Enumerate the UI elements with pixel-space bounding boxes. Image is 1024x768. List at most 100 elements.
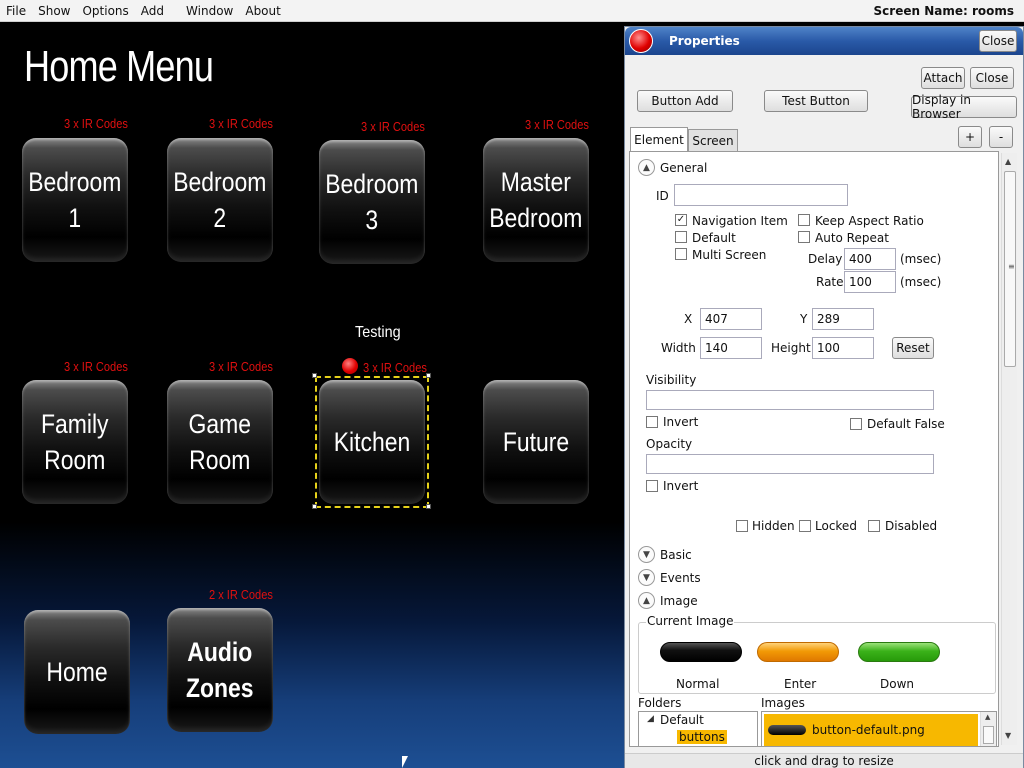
attach-button[interactable]: Attach bbox=[921, 67, 965, 89]
current-image-label: Current Image bbox=[646, 614, 735, 628]
expand-chevron-icon[interactable]: ▼ bbox=[638, 546, 655, 563]
down-image-preview[interactable] bbox=[858, 642, 940, 662]
room-button-master-bedroom[interactable]: Master Bedroom bbox=[483, 138, 589, 262]
y-label: Y bbox=[800, 312, 808, 326]
room-button-home[interactable]: Home bbox=[24, 610, 130, 734]
resize-handle[interactable] bbox=[312, 504, 317, 509]
menu-file[interactable]: File bbox=[0, 4, 32, 18]
testing-label: Testing bbox=[355, 324, 401, 341]
section-basic[interactable]: Basic bbox=[660, 548, 692, 562]
x-field[interactable]: 407 bbox=[700, 308, 762, 330]
ir-codes-label: 3 x IR Codes bbox=[64, 116, 128, 131]
reset-button[interactable]: Reset bbox=[892, 337, 934, 359]
room-button-bedroom-3[interactable]: Bedroom 3 bbox=[319, 140, 425, 264]
rate-field[interactable]: 100 bbox=[844, 271, 896, 293]
opacity-label: Opacity bbox=[646, 437, 693, 451]
design-canvas[interactable]: Home Menu 3 x IR Codes Bedroom 1 3 x IR … bbox=[0, 22, 624, 768]
width-field[interactable]: 140 bbox=[700, 337, 762, 359]
close-button[interactable]: Close bbox=[970, 67, 1014, 89]
properties-scrollbar[interactable]: ▲ ≡ ▼ bbox=[1001, 153, 1017, 745]
auto-repeat-checkbox[interactable] bbox=[798, 231, 810, 243]
menu-options[interactable]: Options bbox=[76, 4, 134, 18]
selection-outline[interactable] bbox=[315, 376, 429, 508]
display-in-browser-button[interactable]: Display in Browser bbox=[911, 93, 1017, 121]
resize-status-bar[interactable]: click and drag to resize bbox=[625, 753, 1023, 768]
button-label: Audio Zones bbox=[186, 637, 254, 703]
height-field[interactable]: 100 bbox=[812, 337, 874, 359]
scroll-thumb[interactable] bbox=[983, 726, 994, 744]
room-button-bedroom-2[interactable]: Bedroom 2 bbox=[167, 138, 273, 262]
opacity-invert-checkbox[interactable] bbox=[646, 480, 658, 492]
menu-window[interactable]: Window bbox=[180, 4, 239, 18]
default-checkbox[interactable] bbox=[675, 231, 687, 243]
scroll-thumb[interactable]: ≡ bbox=[1004, 171, 1016, 367]
ir-codes-label: 2 x IR Codes bbox=[209, 587, 273, 602]
keep-aspect-ratio-checkbox[interactable] bbox=[798, 214, 810, 226]
section-general[interactable]: General bbox=[660, 161, 707, 175]
delay-label: Delay bbox=[808, 252, 843, 266]
title-close-button[interactable]: Close bbox=[979, 30, 1017, 52]
locked-checkbox[interactable] bbox=[799, 520, 811, 532]
screen-name: Screen Name: rooms bbox=[873, 4, 1014, 18]
section-events[interactable]: Events bbox=[660, 571, 701, 585]
room-button-game-room[interactable]: Game Room bbox=[167, 380, 273, 504]
scroll-up-icon[interactable]: ▲ bbox=[985, 713, 990, 721]
opacity-field[interactable] bbox=[646, 454, 934, 474]
ir-codes-label: 3 x IR Codes bbox=[363, 360, 427, 375]
button-add-button[interactable]: Button Add bbox=[637, 90, 733, 112]
image-item[interactable]: button-default.png bbox=[764, 714, 978, 746]
resize-handle[interactable] bbox=[312, 373, 317, 378]
scroll-up-icon[interactable]: ▲ bbox=[1005, 157, 1011, 166]
opacity-invert-label: Invert bbox=[663, 479, 699, 493]
tree-expand-icon[interactable]: ◢ bbox=[647, 714, 654, 724]
y-field[interactable]: 289 bbox=[812, 308, 874, 330]
visibility-field[interactable] bbox=[646, 390, 934, 410]
tab-element[interactable]: Element bbox=[630, 127, 688, 151]
id-label: ID bbox=[656, 189, 669, 203]
room-button-family-room[interactable]: Family Room bbox=[22, 380, 128, 504]
room-button-audio-zones[interactable]: Audio Zones bbox=[167, 608, 273, 732]
room-button-future[interactable]: Future bbox=[483, 380, 589, 504]
folders-tree[interactable]: ◢ Default buttons bbox=[638, 711, 758, 746]
panel-title-bar[interactable]: Properties bbox=[625, 27, 1023, 55]
tab-screen[interactable]: Screen bbox=[688, 129, 738, 151]
test-button-button[interactable]: Test Button bbox=[764, 90, 868, 112]
visibility-invert-checkbox[interactable] bbox=[646, 416, 658, 428]
scroll-down-icon[interactable]: ▼ bbox=[1005, 731, 1011, 740]
ir-codes-label: 3 x IR Codes bbox=[64, 359, 128, 374]
collapse-all-button[interactable]: - bbox=[989, 126, 1013, 148]
enter-image-preview[interactable] bbox=[757, 642, 839, 662]
resize-handle[interactable] bbox=[426, 504, 431, 509]
delay-field[interactable]: 400 bbox=[844, 248, 896, 270]
section-image[interactable]: Image bbox=[660, 594, 698, 608]
properties-content: ▲ General ID ✓ Navigation Item Default M… bbox=[629, 151, 999, 747]
menu-show[interactable]: Show bbox=[32, 4, 76, 18]
folder-default[interactable]: Default bbox=[660, 713, 704, 727]
room-button-bedroom-1[interactable]: Bedroom 1 bbox=[22, 138, 128, 262]
normal-image-label: Normal bbox=[676, 677, 720, 691]
expand-all-button[interactable]: + bbox=[958, 126, 982, 148]
rate-label: Rate bbox=[816, 275, 844, 289]
panel-orb-icon bbox=[629, 29, 653, 53]
visibility-label: Visibility bbox=[646, 373, 697, 387]
normal-image-preview[interactable] bbox=[660, 642, 742, 662]
folder-buttons[interactable]: buttons bbox=[677, 730, 727, 744]
down-image-label: Down bbox=[880, 677, 915, 691]
disabled-checkbox[interactable] bbox=[868, 520, 880, 532]
menu-add[interactable]: Add bbox=[135, 4, 170, 18]
id-field[interactable] bbox=[674, 184, 848, 206]
multi-screen-checkbox[interactable] bbox=[675, 248, 687, 260]
button-label: Bedroom 1 bbox=[28, 167, 122, 233]
resize-handle[interactable] bbox=[426, 373, 431, 378]
enter-image-label: Enter bbox=[784, 677, 817, 691]
menu-about[interactable]: About bbox=[239, 4, 286, 18]
images-scrollbar[interactable]: ▲ bbox=[980, 712, 996, 746]
expand-chevron-icon[interactable]: ▼ bbox=[638, 569, 655, 586]
page-title: Home Menu bbox=[24, 42, 214, 91]
images-list[interactable]: button-default.png ▲ bbox=[761, 711, 997, 746]
collapse-chevron-icon[interactable]: ▲ bbox=[638, 592, 655, 609]
default-false-checkbox[interactable] bbox=[850, 418, 862, 430]
hidden-checkbox[interactable] bbox=[736, 520, 748, 532]
collapse-chevron-icon[interactable]: ▲ bbox=[638, 159, 655, 176]
navigation-item-checkbox[interactable]: ✓ bbox=[675, 214, 687, 226]
